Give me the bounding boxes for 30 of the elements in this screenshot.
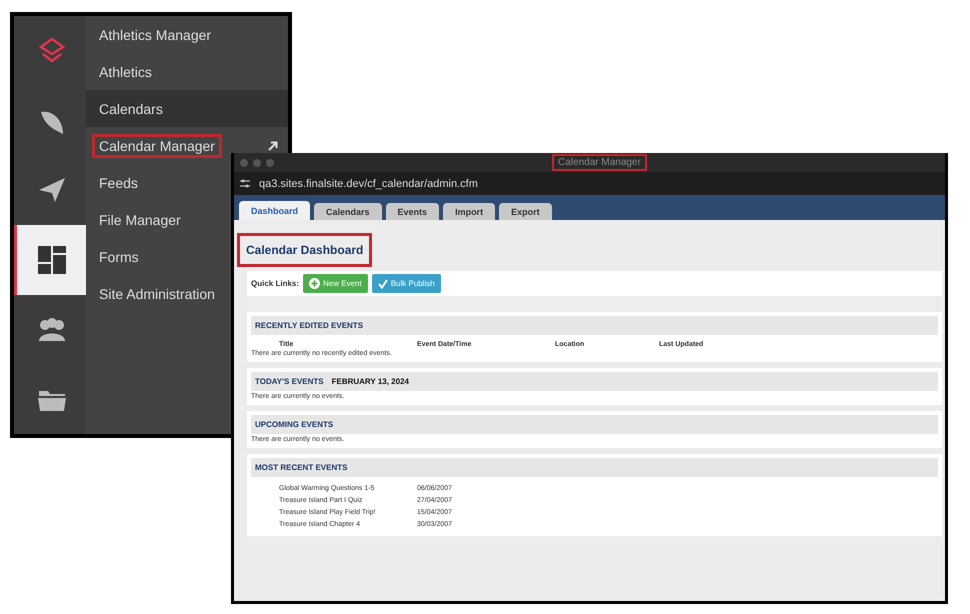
- checkmark-icon: [378, 278, 388, 288]
- menu-item[interactable]: Athletics: [86, 53, 159, 90]
- rail-item[interactable]: [14, 225, 86, 295]
- menu-item[interactable]: Forms: [86, 238, 146, 275]
- section-date: FEBRUARY 13, 2024: [332, 377, 409, 386]
- tab[interactable]: Export: [499, 203, 552, 220]
- section-title: TODAY'S EVENTS: [255, 377, 324, 386]
- menu-item[interactable]: Calendar Manager: [86, 127, 288, 164]
- people-icon[interactable]: [36, 316, 66, 343]
- url-text[interactable]: qa3.sites.finalsite.dev/cf_calendar/admin.cfm: [259, 178, 478, 190]
- logo-icon: [38, 36, 64, 65]
- tab[interactable]: Events: [386, 203, 440, 220]
- page-heading: Calendar Dashboard: [237, 233, 372, 267]
- menu-item[interactable]: Site Administration: [86, 275, 222, 312]
- settings-icon[interactable]: [240, 179, 251, 188]
- dashboard-icon[interactable]: [36, 244, 66, 275]
- section-title: MOST RECENT EVENTS: [255, 463, 348, 472]
- menu-item[interactable]: Athletics Manager: [86, 16, 218, 53]
- paper-plane-icon[interactable]: [36, 176, 66, 204]
- menu-item[interactable]: Feeds: [86, 164, 145, 201]
- section-title: UPCOMING EVENTS: [255, 420, 334, 429]
- tab[interactable]: Calendars: [314, 203, 382, 220]
- quick-links-label: Quick Links:: [251, 279, 300, 288]
- menu-item[interactable]: File Manager: [86, 201, 188, 238]
- window-title: Calendar Manager: [552, 154, 647, 171]
- plus-icon: [309, 278, 320, 289]
- tab[interactable]: Dashboard: [239, 201, 310, 220]
- menu-item[interactable]: Calendars: [86, 90, 288, 127]
- tab[interactable]: Import: [443, 203, 496, 220]
- section-title: RECENTLY EDITED EVENTS: [255, 321, 364, 330]
